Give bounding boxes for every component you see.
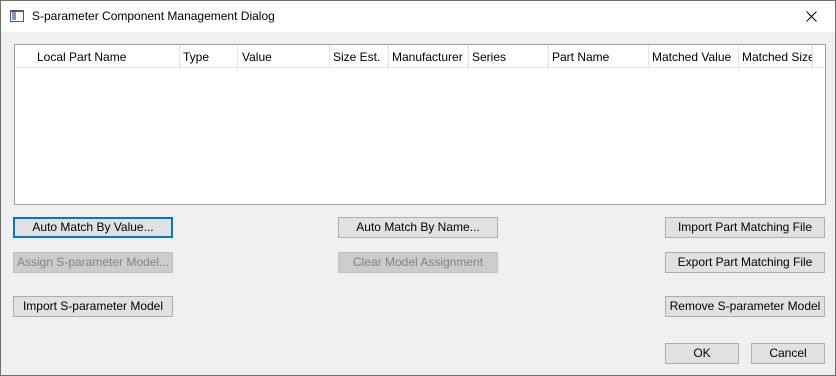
close-icon [806, 11, 817, 22]
window-title: S-parameter Component Management Dialog [32, 9, 275, 23]
cancel-button[interactable]: Cancel [751, 343, 825, 364]
column-divider[interactable] [388, 45, 389, 68]
column-header-matched-value[interactable]: Matched Value [652, 45, 736, 68]
column-header-type[interactable]: Type [183, 45, 239, 68]
column-divider[interactable] [648, 45, 649, 68]
column-divider[interactable] [237, 45, 238, 68]
import-part-matching-file-button[interactable]: Import Part Matching File [665, 217, 825, 238]
column-divider[interactable] [179, 45, 180, 68]
column-header-local-part-name[interactable]: Local Part Name [37, 45, 177, 68]
column-header-manufacturer[interactable]: Manufacturer [392, 45, 468, 68]
assign-s-parameter-model-button[interactable]: Assign S-parameter Model... [13, 252, 173, 273]
column-header-series[interactable]: Series [472, 45, 544, 68]
column-header-part-name[interactable]: Part Name [552, 45, 646, 68]
dialog-window: S-parameter Component Management Dialog … [0, 0, 836, 376]
list-header: Local Part Name Type Value Size Est. Man… [15, 45, 825, 68]
remove-s-parameter-model-button[interactable]: Remove S-parameter Model [665, 296, 825, 317]
clear-model-assignment-button[interactable]: Clear Model Assignment [338, 252, 498, 273]
close-button[interactable] [789, 1, 835, 32]
auto-match-by-name-button[interactable]: Auto Match By Name... [338, 217, 498, 238]
column-header-size-est[interactable]: Size Est. [333, 45, 387, 68]
dialog-app-icon [10, 10, 24, 22]
auto-match-by-value-button[interactable]: Auto Match By Value... [13, 217, 173, 238]
title-bar[interactable]: S-parameter Component Management Dialog [1, 1, 835, 32]
parts-list-view[interactable]: Local Part Name Type Value Size Est. Man… [14, 44, 826, 205]
ok-button[interactable]: OK [665, 343, 739, 364]
import-s-parameter-model-button[interactable]: Import S-parameter Model [13, 296, 173, 317]
column-header-value[interactable]: Value [242, 45, 328, 68]
column-divider[interactable] [812, 45, 813, 68]
export-part-matching-file-button[interactable]: Export Part Matching File [665, 252, 825, 273]
column-divider[interactable] [738, 45, 739, 68]
column-divider[interactable] [468, 45, 469, 68]
column-divider[interactable] [548, 45, 549, 68]
column-divider[interactable] [329, 45, 330, 68]
column-header-matched-size[interactable]: Matched Size [742, 45, 812, 68]
